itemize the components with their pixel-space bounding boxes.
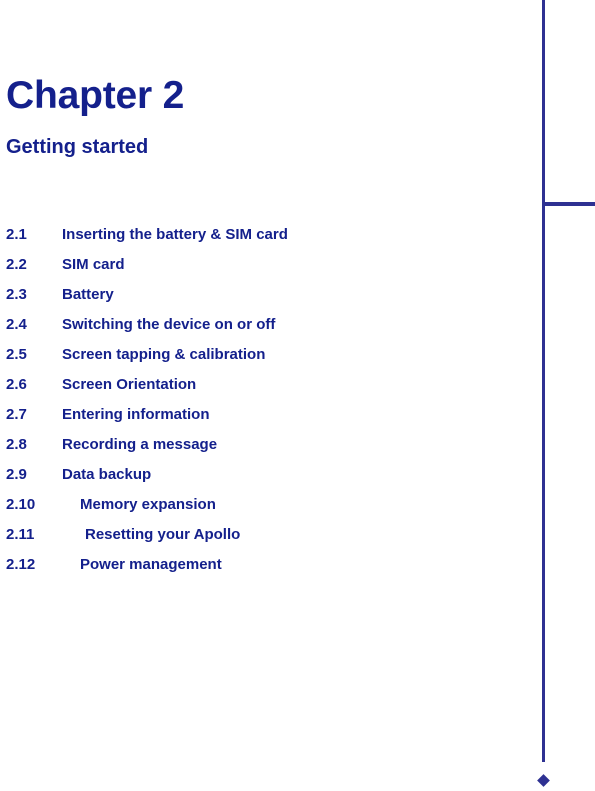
- toc-entry[interactable]: 2.12 Power management: [0, 550, 520, 580]
- toc-entry-number: 2.7: [6, 406, 27, 423]
- toc-entry-number: 2.8: [6, 436, 27, 453]
- toc-entry-label: Battery: [62, 286, 114, 303]
- toc-entry-number: 2.11: [6, 526, 35, 543]
- toc-entry[interactable]: 2.6 Screen Orientation: [0, 370, 520, 400]
- table-of-contents: 2.1 Inserting the battery & SIM card 2.2 SI…: [0, 220, 520, 580]
- toc-entry-label: Screen tapping & calibration: [62, 346, 266, 363]
- toc-entry[interactable]: 2.11 Resetting your Apollo: [0, 520, 520, 550]
- toc-entry-label: Resetting your Apollo: [85, 526, 241, 543]
- toc-entry-number: 2.6: [6, 376, 27, 393]
- page-subtitle: Getting started: [6, 136, 149, 158]
- toc-entry-number: 2.5: [6, 346, 27, 363]
- toc-entry-label: Recording a message: [62, 436, 218, 453]
- toc-entry[interactable]: 2.8 Recording a message: [0, 430, 520, 460]
- toc-entry[interactable]: 2.2 SIM card: [0, 250, 520, 280]
- toc-entry-number: 2.4: [6, 316, 27, 333]
- toc-entry[interactable]: 2.4 Switching the device on or off: [0, 310, 520, 340]
- toc-entry-label: Entering information: [62, 406, 210, 423]
- toc-entry-number: 2.12: [6, 556, 36, 573]
- horizontal-rule-decoration: [542, 202, 595, 206]
- toc-entry-number: 2.2: [6, 256, 27, 273]
- toc-entry-label: Inserting the battery & SIM card: [62, 226, 288, 243]
- toc-entry-label: Screen Orientation: [62, 376, 197, 393]
- page-title: Chapter 2: [6, 74, 185, 117]
- toc-entry[interactable]: 2.5 Screen tapping & calibration: [0, 340, 520, 370]
- toc-entry-number: 2.10: [6, 496, 36, 513]
- toc-entry-label: Memory expansion: [80, 496, 216, 513]
- toc-entry[interactable]: 2.9 Data backup: [0, 460, 520, 490]
- diamond-ornament-icon: [537, 774, 550, 787]
- toc-entry[interactable]: 2.1 Inserting the battery & SIM card: [0, 220, 520, 250]
- toc-entry-label: SIM card: [62, 256, 125, 273]
- toc-entry-label: Data backup: [62, 466, 152, 483]
- document-page: Chapter 2 Getting started 2.1 Inserting t…: [0, 0, 595, 791]
- toc-entry-number: 2.1: [6, 226, 27, 243]
- vertical-rule-decoration: [542, 0, 545, 762]
- toc-entry-label: Switching the device on or off: [62, 316, 276, 333]
- toc-entry[interactable]: 2.7 Entering information: [0, 400, 520, 430]
- toc-entry[interactable]: 2.10 Memory expansion: [0, 490, 520, 520]
- toc-entry[interactable]: 2.3 Battery: [0, 280, 520, 310]
- toc-entry-number: 2.9: [6, 466, 27, 483]
- toc-entry-number: 2.3: [6, 286, 27, 303]
- toc-entry-label: Power management: [80, 556, 222, 573]
